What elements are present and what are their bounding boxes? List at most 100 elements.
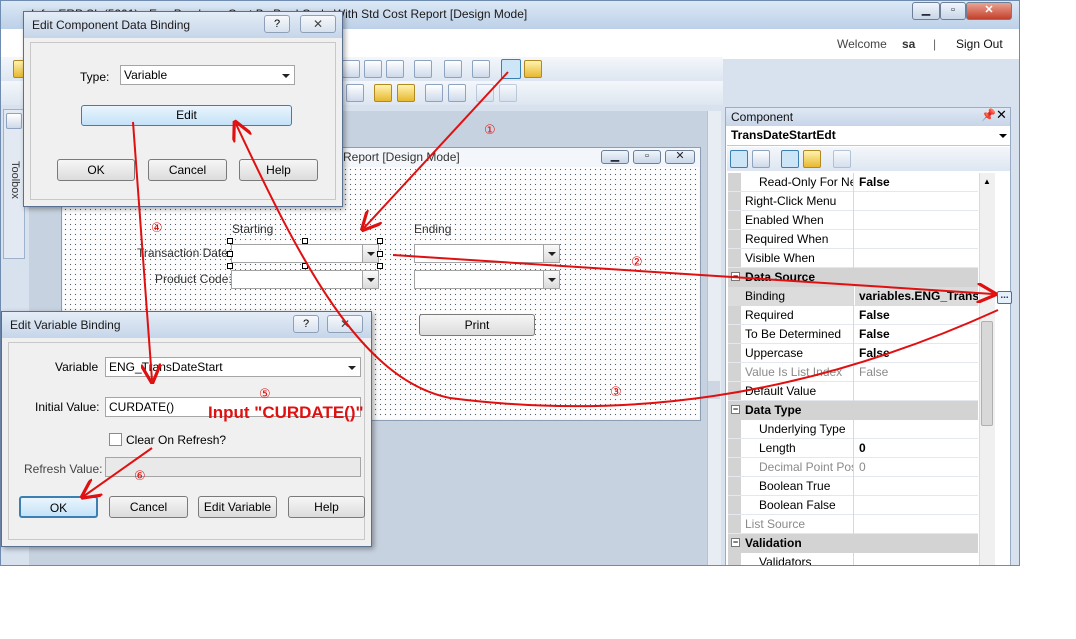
product-code-end-input[interactable]: [414, 270, 560, 289]
type-select[interactable]: Variable: [120, 65, 295, 85]
property-value[interactable]: False: [855, 325, 978, 344]
scroll-up-icon[interactable]: ▲: [983, 177, 991, 186]
chevron-down-icon[interactable]: [999, 134, 1007, 138]
property-row[interactable]: Value Is List Index False: [728, 363, 978, 382]
binding-ellipsis-button[interactable]: ...: [997, 291, 1012, 304]
property-row[interactable]: Length 0: [728, 439, 978, 458]
alphabetical-icon[interactable]: [752, 150, 770, 168]
ok-button[interactable]: OK: [57, 159, 135, 181]
property-row[interactable]: Enabled When: [728, 211, 978, 230]
collapse-icon[interactable]: −: [731, 272, 740, 281]
selection-handle[interactable]: [377, 238, 383, 244]
property-value[interactable]: False: [855, 344, 978, 363]
categorized-icon[interactable]: [730, 150, 748, 168]
edit-button[interactable]: Edit: [81, 105, 292, 126]
help-icon[interactable]: ?: [293, 315, 319, 333]
refresh-value-input[interactable]: [105, 457, 361, 477]
transaction-date-start-input[interactable]: [231, 244, 379, 263]
property-row[interactable]: Required False: [728, 306, 978, 325]
form-maximize-icon[interactable]: ▫: [633, 150, 661, 164]
cancel-button[interactable]: Cancel: [109, 496, 188, 518]
form-minimize-icon[interactable]: ▁: [601, 150, 629, 164]
group-tool-2-icon[interactable]: [397, 84, 415, 102]
property-value[interactable]: False: [855, 306, 978, 325]
property-value[interactable]: [855, 211, 978, 230]
property-value[interactable]: False: [855, 363, 978, 382]
panel-close-icon[interactable]: ✕: [996, 107, 1007, 123]
clear-on-refresh-checkbox[interactable]: [109, 433, 122, 446]
property-value[interactable]: 0: [855, 439, 978, 458]
property-row[interactable]: Read-Only For NewFalse: [728, 173, 978, 192]
property-row[interactable]: Underlying Type: [728, 420, 978, 439]
property-row[interactable]: Boolean False: [728, 496, 978, 515]
property-category[interactable]: Validation −: [728, 534, 978, 553]
pin-icon[interactable]: 📌: [981, 108, 996, 122]
selection-handle[interactable]: [377, 263, 383, 269]
property-row[interactable]: Boolean True: [728, 477, 978, 496]
help-button[interactable]: Help: [288, 496, 365, 518]
collapse-icon[interactable]: −: [731, 405, 740, 414]
minimize-icon[interactable]: ▁: [912, 2, 940, 20]
property-row[interactable]: Visible When: [728, 249, 978, 268]
close-icon[interactable]: ✕: [327, 315, 363, 333]
help-button[interactable]: Help: [239, 159, 318, 181]
property-category[interactable]: Data Type −: [728, 401, 978, 420]
preview-icon[interactable]: [472, 60, 490, 78]
selection-handle[interactable]: [227, 238, 233, 244]
property-value[interactable]: 0: [855, 458, 978, 477]
close-icon[interactable]: ✕: [300, 15, 336, 33]
form-close-icon[interactable]: ✕: [665, 150, 695, 164]
folder-icon[interactable]: [524, 60, 542, 78]
chevron-down-icon[interactable]: [362, 271, 378, 288]
maximize-icon[interactable]: ▫: [940, 2, 966, 20]
property-pages-icon[interactable]: [833, 150, 851, 168]
chevron-down-icon[interactable]: [362, 245, 378, 262]
property-row[interactable]: Decimal Point Position0: [728, 458, 978, 477]
sign-out-link[interactable]: Sign Out: [956, 37, 1003, 51]
undo-icon[interactable]: [476, 84, 494, 102]
order-tool-1-icon[interactable]: [425, 84, 443, 102]
property-row[interactable]: Right-Click Menu: [728, 192, 978, 211]
help-icon[interactable]: ?: [264, 15, 290, 33]
group-tool-1-icon[interactable]: [374, 84, 392, 102]
property-row[interactable]: List Source: [728, 515, 978, 534]
events-icon[interactable]: [803, 150, 821, 168]
selection-handle[interactable]: [302, 263, 308, 269]
property-value[interactable]: [855, 382, 978, 401]
property-value[interactable]: [855, 420, 978, 439]
edit-variable-button[interactable]: Edit Variable: [198, 496, 277, 518]
chevron-down-icon[interactable]: [543, 271, 559, 288]
binding-tool-icon[interactable]: [501, 59, 521, 79]
property-category[interactable]: Data Source −: [728, 268, 978, 287]
property-value[interactable]: [855, 192, 978, 211]
property-row[interactable]: Required When: [728, 230, 978, 249]
variable-select[interactable]: ENG_TransDateStart: [105, 357, 361, 377]
cancel-button[interactable]: Cancel: [148, 159, 227, 181]
redo-icon[interactable]: [499, 84, 517, 102]
property-row[interactable]: To Be Determined False: [728, 325, 978, 344]
properties-icon[interactable]: [781, 150, 799, 168]
selection-handle[interactable]: [377, 251, 383, 257]
order-tool-2-icon[interactable]: [448, 84, 466, 102]
selection-handle[interactable]: [302, 238, 308, 244]
toolbox-icon[interactable]: [6, 113, 22, 129]
property-value[interactable]: [855, 553, 978, 565]
layout-tool-2-icon[interactable]: [364, 60, 382, 78]
selection-handle[interactable]: [227, 263, 233, 269]
property-value[interactable]: [855, 477, 978, 496]
close-icon[interactable]: ✕: [966, 2, 1012, 20]
property-row[interactable]: Bindingvariables.ENG_TransDateStart: [728, 287, 978, 306]
layout-tool-3-icon[interactable]: [386, 60, 404, 78]
selection-handle[interactable]: [227, 251, 233, 257]
new-page-icon[interactable]: [414, 60, 432, 78]
align-tool-icon[interactable]: [346, 84, 364, 102]
ok-button[interactable]: OK: [19, 496, 98, 518]
chevron-down-icon[interactable]: [282, 74, 290, 78]
designer-scrollbar[interactable]: [707, 111, 721, 565]
users-icon[interactable]: [444, 60, 462, 78]
layout-tool-1-icon[interactable]: [342, 60, 360, 78]
property-scroll-thumb[interactable]: [981, 321, 993, 426]
property-value[interactable]: variables.ENG_TransDateStart: [855, 287, 978, 306]
property-row[interactable]: Validators: [728, 553, 978, 565]
product-code-start-input[interactable]: [231, 270, 379, 289]
